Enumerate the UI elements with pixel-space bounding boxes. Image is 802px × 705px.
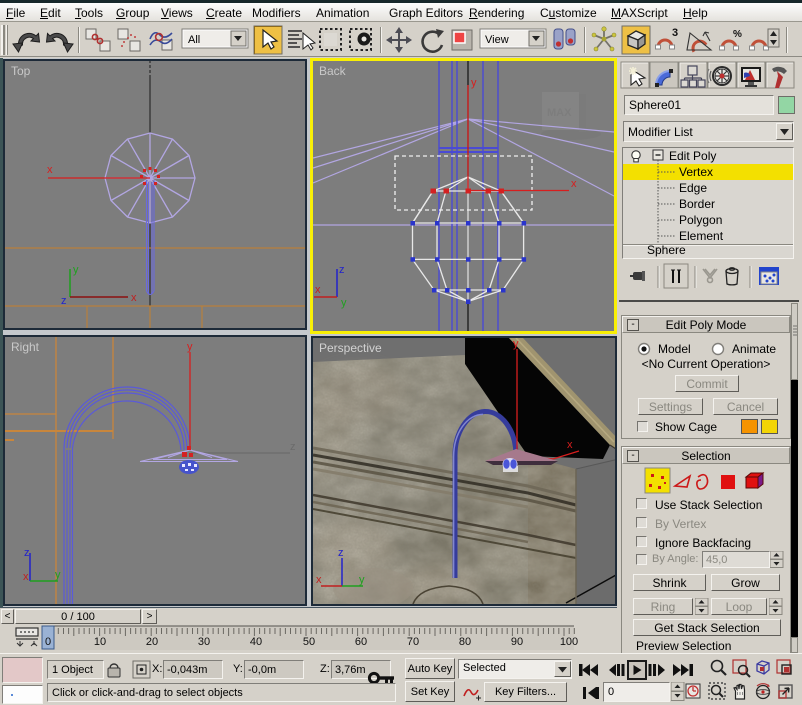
- svg-text:y: y: [187, 341, 193, 353]
- svg-text:z: z: [338, 547, 344, 559]
- svg-text:All: All: [188, 34, 200, 46]
- svg-text:50: 50: [303, 636, 315, 648]
- svg-text:View: View: [485, 34, 509, 46]
- svg-text:60: 60: [355, 636, 367, 648]
- svg-text:%: %: [733, 29, 742, 40]
- svg-text:MAX: MAX: [547, 107, 572, 119]
- svg-text:10: 10: [94, 636, 106, 648]
- svg-text:y: y: [341, 297, 347, 309]
- svg-text:Perspective: Perspective: [319, 341, 382, 355]
- svg-text:100: 100: [560, 636, 578, 648]
- svg-text:Right: Right: [11, 340, 40, 354]
- svg-text:z: z: [339, 264, 345, 276]
- svg-text:y: y: [359, 574, 365, 586]
- svg-text:90: 90: [511, 636, 523, 648]
- svg-text:x: x: [131, 292, 137, 304]
- svg-text:x: x: [316, 574, 322, 586]
- svg-text:80: 80: [459, 636, 471, 648]
- svg-text:z: z: [290, 441, 296, 453]
- svg-text:x: x: [567, 439, 573, 451]
- svg-text:20: 20: [146, 636, 158, 648]
- svg-text:3: 3: [672, 27, 678, 39]
- svg-text:y: y: [73, 264, 79, 276]
- svg-text:Back: Back: [319, 64, 347, 78]
- svg-text:70: 70: [407, 636, 419, 648]
- svg-text:40: 40: [250, 636, 262, 648]
- svg-text:0: 0: [45, 636, 51, 648]
- svg-text:y: y: [471, 77, 477, 89]
- svg-text:z: z: [24, 547, 30, 559]
- svg-text:x: x: [23, 571, 29, 583]
- svg-text:y: y: [55, 569, 61, 581]
- svg-text:y: y: [513, 338, 519, 350]
- svg-text:z: z: [61, 295, 67, 307]
- svg-text:x: x: [315, 284, 321, 296]
- svg-text:x: x: [47, 164, 53, 176]
- svg-text:x: x: [571, 178, 577, 190]
- svg-text:30: 30: [198, 636, 210, 648]
- svg-text:Top: Top: [11, 64, 31, 78]
